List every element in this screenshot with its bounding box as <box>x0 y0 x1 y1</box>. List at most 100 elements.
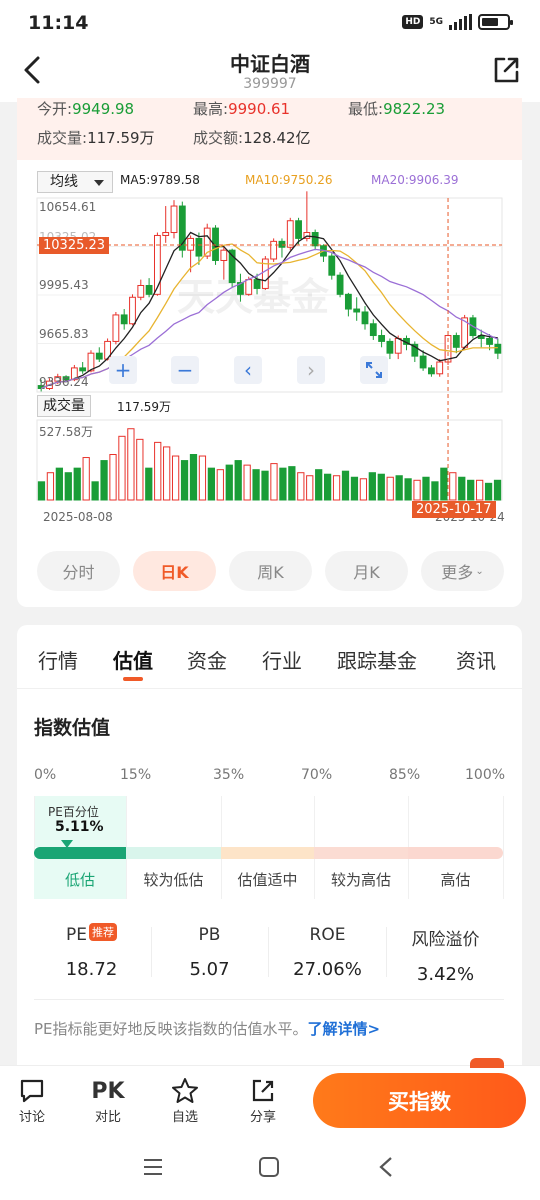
candle-body <box>129 296 136 325</box>
volume-bar <box>315 469 323 501</box>
volume-bar <box>440 467 448 501</box>
volume-bar <box>243 464 251 501</box>
candle-body <box>145 284 153 295</box>
volume-bar <box>225 464 233 501</box>
zone-label: 估值适中 <box>237 870 298 889</box>
detail-tabs: 行情 估值 资金 行业 跟踪基金 资讯 <box>17 625 522 689</box>
candle-body <box>419 355 427 369</box>
volume-bar <box>46 472 55 501</box>
candle-body <box>378 335 386 342</box>
candle-body <box>386 340 394 354</box>
x-start-label: 2025-08-08 <box>43 510 113 524</box>
volume-bar <box>306 475 314 501</box>
buy-index-button[interactable]: 买指数 <box>313 1073 526 1128</box>
percent-label: 70% <box>301 767 333 783</box>
learn-more-link[interactable]: 了解详情> <box>308 1020 381 1038</box>
tab-market[interactable]: 行情 <box>38 645 78 674</box>
nav-bar: 中证白酒 399997 <box>0 48 540 102</box>
period-tab-monthly[interactable]: 月K <box>325 551 408 591</box>
volume-bar <box>279 467 287 501</box>
volume-bar <box>171 455 180 501</box>
zoom-out-button[interactable]: − <box>171 356 199 384</box>
menu-icon[interactable] <box>142 1157 164 1177</box>
volume-bar <box>234 460 242 501</box>
crosshair-date-tag: 2025-10-17 <box>412 501 496 518</box>
volume-bar <box>332 475 341 501</box>
zoom-in-button[interactable]: + <box>109 356 137 384</box>
metric-roe[interactable]: ROE 27.06% <box>270 925 385 980</box>
volume: 成交量:117.59万 <box>37 129 155 147</box>
home-icon[interactable] <box>258 1156 280 1178</box>
bottom-action-bar: 讨论 PK 对比 自选 分享 买指数 <box>0 1058 540 1135</box>
volume-indicator-label[interactable]: 成交量 <box>37 395 91 417</box>
back-nav-icon[interactable] <box>377 1156 395 1178</box>
network-label: 5G <box>429 16 443 27</box>
period-tab-intraday[interactable]: 分时 <box>37 551 120 591</box>
period-tab-more[interactable]: 更多 ⌄ <box>421 551 504 591</box>
kline-chart[interactable]: 天天基金 <box>17 160 522 540</box>
metric-value: 18.72 <box>65 959 118 980</box>
volume-bar <box>431 481 439 501</box>
scale-segment-slightly-under <box>126 847 221 859</box>
candle-body <box>344 293 352 310</box>
volume-bar <box>100 460 108 501</box>
scroll-left-button[interactable]: ‹ <box>234 356 262 384</box>
y-tick-label: 10654.61 <box>39 200 97 214</box>
share-icon <box>252 1079 274 1102</box>
tab-tracking-funds[interactable]: 跟踪基金 <box>337 645 417 674</box>
volume-bar <box>55 467 63 501</box>
share-icon[interactable] <box>490 54 522 86</box>
volume-bar <box>207 467 216 501</box>
tab-valuation[interactable]: 估值 <box>113 645 153 674</box>
volume-max-label: 527.58万 <box>39 425 93 439</box>
metric-value: 27.06% <box>293 959 362 980</box>
candle-body <box>253 279 261 289</box>
percent-label: 15% <box>120 767 152 783</box>
tab-industry[interactable]: 行业 <box>262 645 302 674</box>
metric-risk-premium[interactable]: 风险溢价 3.42% <box>388 925 503 985</box>
scroll-right-button[interactable]: › <box>297 356 325 384</box>
volume-bar <box>484 482 493 501</box>
volume-bar <box>359 478 368 501</box>
chat-icon <box>20 1079 44 1103</box>
pe-note: PE指标能更好地反映该指数的估值水平。了解详情> <box>34 1020 381 1038</box>
volume-bar <box>252 469 260 501</box>
period-tab-daily[interactable]: 日K <box>133 551 216 591</box>
percent-label: 85% <box>389 767 421 783</box>
system-nav-bar <box>0 1135 540 1200</box>
metric-value: 5.07 <box>189 959 230 980</box>
compare-button[interactable]: PK 对比 <box>86 1076 130 1126</box>
metric-pb[interactable]: PB 5.07 <box>152 925 267 980</box>
volume-bar <box>413 479 421 501</box>
tab-funds[interactable]: 资金 <box>187 645 227 674</box>
discuss-button[interactable]: 讨论 <box>10 1076 54 1125</box>
watchlist-button[interactable]: 自选 <box>163 1076 207 1125</box>
scale-segment-undervalued <box>34 847 126 859</box>
candle-body <box>162 232 170 236</box>
status-icons: HD 5G <box>402 14 513 30</box>
candle-body <box>112 314 120 342</box>
period-tab-weekly[interactable]: 周K <box>229 551 312 591</box>
volume-bar <box>198 455 207 501</box>
volume-bar <box>377 473 385 501</box>
metric-value: 3.42% <box>416 964 475 985</box>
scale-segment-fair <box>221 847 314 859</box>
share-button[interactable]: 分享 <box>241 1076 285 1125</box>
candle-body <box>286 220 294 248</box>
volume-bar <box>395 475 403 501</box>
candle-body <box>369 323 377 337</box>
volume-bar <box>73 467 81 501</box>
candle-body <box>353 308 361 313</box>
metric-pe[interactable]: PE 推荐 18.72 <box>34 923 149 980</box>
status-bar: 11:14 HD 5G <box>0 0 540 48</box>
pe-percentile-marker: PE百分位 5.11% <box>35 796 126 848</box>
volume-bar <box>82 457 90 501</box>
volume-bar <box>476 479 484 501</box>
pk-icon: PK <box>91 1078 125 1104</box>
candle-body <box>245 279 253 295</box>
fullscreen-button[interactable] <box>360 356 388 384</box>
tab-news[interactable]: 资讯 <box>456 645 496 674</box>
percent-label: 35% <box>213 767 245 783</box>
period-tabs: 分时 日K 周K 月K 更多 ⌄ <box>37 551 504 591</box>
volume-bar <box>467 479 475 501</box>
